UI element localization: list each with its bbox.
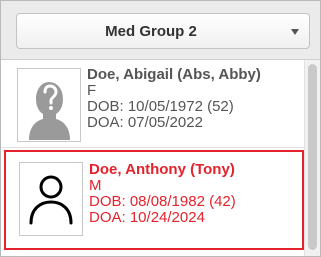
patient-name: Doe, Abigail (Abs, Abby) <box>87 66 261 83</box>
patient-doa: DOA: 10/24/2024 <box>89 209 205 226</box>
patient-info: Doe, Anthony (Tony) M DOB: 08/08/1982 (4… <box>89 162 236 226</box>
patient-card-anthony-selected[interactable]: Doe, Anthony (Tony) M DOB: 08/08/1982 (4… <box>4 150 304 250</box>
patient-doa: DOA: 07/05/2022 <box>87 114 203 131</box>
group-select-label: Med Group 2 <box>105 23 197 40</box>
patient-name: Doe, Anthony (Tony) <box>89 161 235 178</box>
unknown-person-silhouette-icon <box>29 82 70 140</box>
caret-down-icon[interactable] <box>291 29 299 35</box>
patient-sex: F <box>87 82 97 99</box>
patient-avatar <box>17 68 81 142</box>
patient-info: Doe, Abigail (Abs, Abby) F DOB: 10/05/19… <box>87 67 261 131</box>
scrollbar-thumb[interactable] <box>308 64 317 250</box>
vertical-scrollbar[interactable] <box>304 60 320 256</box>
patient-list: Doe, Abigail (Abs, Abby) F DOB: 10/05/19… <box>1 60 304 256</box>
patient-dob: DOB: 10/05/1972 (52) <box>87 98 234 115</box>
group-header: Med Group 2 <box>1 1 320 60</box>
patient-avatar <box>19 162 83 236</box>
patient-sex: M <box>89 177 102 194</box>
patient-panel: Med Group 2 Doe, Abigail (Abs, Abby) F D… <box>0 0 321 257</box>
group-select-dropdown[interactable]: Med Group 2 <box>16 13 310 49</box>
person-outline-icon <box>29 175 73 225</box>
patient-card-abigail[interactable]: Doe, Abigail (Abs, Abby) F DOB: 10/05/19… <box>1 60 304 148</box>
patient-dob: DOB: 08/08/1982 (42) <box>89 193 236 210</box>
